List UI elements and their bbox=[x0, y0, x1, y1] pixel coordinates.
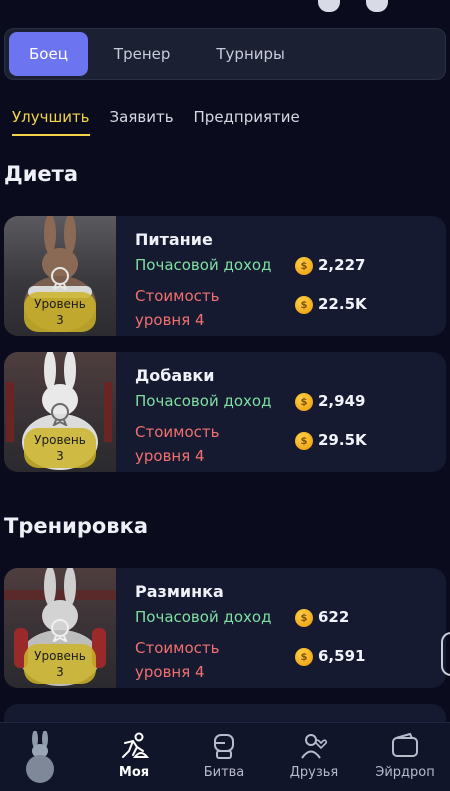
nav-label: Битва bbox=[203, 765, 245, 780]
income-value: 622 bbox=[318, 608, 350, 626]
upgrade-card-next[interactable] bbox=[4, 704, 446, 724]
nav-friends[interactable]: Друзья bbox=[279, 731, 349, 787]
tab-fighter[interactable]: Боец bbox=[9, 32, 88, 76]
nav-label: Эйрдроп bbox=[375, 765, 435, 780]
cost-label: Стоимость уровня 4 bbox=[135, 639, 220, 681]
card-name: Питание bbox=[135, 230, 213, 249]
level-value: 3 bbox=[56, 449, 64, 463]
section-title-diet: Диета bbox=[4, 162, 79, 186]
subtab-upgrade[interactable]: Улучшить bbox=[12, 108, 90, 136]
cost-value: 29.5K bbox=[318, 431, 367, 449]
wallet-icon bbox=[392, 732, 418, 757]
income-label: Почасовой доход bbox=[135, 256, 272, 274]
bunny-foot-right bbox=[366, 0, 388, 12]
level-pill: Уровень 3 bbox=[24, 292, 96, 332]
card-image: Уровень 3 bbox=[4, 352, 116, 472]
tab-trainer[interactable]: Тренер bbox=[94, 32, 190, 76]
upgrade-card-supplements[interactable]: Уровень 3 Добавки Почасовой доход $ 2,94… bbox=[4, 352, 446, 472]
level-pill: Уровень 3 bbox=[24, 428, 96, 468]
fighter-avatar-icon bbox=[26, 731, 54, 783]
income-value: 2,227 bbox=[318, 256, 366, 274]
coin-icon: $ bbox=[295, 648, 313, 666]
cost-value: 22.5K bbox=[318, 295, 367, 313]
coin-icon: $ bbox=[295, 432, 313, 450]
card-name: Разминка bbox=[135, 582, 224, 601]
level-label: Уровень bbox=[34, 297, 86, 311]
bottom-nav: Моя Битва Друзья Эйрдроп bbox=[0, 722, 450, 791]
card-image: Уровень 3 bbox=[4, 568, 116, 688]
tab-tournaments[interactable]: Турниры bbox=[196, 32, 304, 76]
income-label: Почасовой доход bbox=[135, 392, 272, 410]
coin-icon: $ bbox=[295, 296, 313, 314]
upgrade-card-warmup[interactable]: Уровень 3 Разминка Почасовой доход $ 622… bbox=[4, 568, 446, 688]
bunny-foot-left bbox=[318, 0, 340, 12]
nav-avatar[interactable] bbox=[5, 731, 75, 787]
subtab-enterprise[interactable]: Предприятие bbox=[194, 108, 300, 136]
nav-my[interactable]: Моя bbox=[99, 731, 169, 787]
level-badge-icon bbox=[51, 403, 69, 426]
nav-label: Моя bbox=[118, 765, 150, 780]
upgrade-card-nutrition[interactable]: Уровень 3 Питание Почасовой доход $ 2,22… bbox=[4, 216, 446, 336]
main-tabs: Боец Тренер Турниры bbox=[4, 28, 446, 80]
coin-icon: $ bbox=[295, 609, 313, 627]
card-name: Добавки bbox=[135, 366, 215, 385]
cost-label: Стоимость уровня 4 bbox=[135, 287, 220, 329]
level-label: Уровень bbox=[34, 433, 86, 447]
level-pill: Уровень 3 bbox=[24, 644, 96, 684]
sub-tabs: Улучшить Заявить Предприятие bbox=[12, 108, 320, 136]
side-drawer-handle[interactable] bbox=[441, 632, 450, 676]
level-value: 3 bbox=[56, 313, 64, 327]
nav-battle[interactable]: Битва bbox=[189, 731, 259, 787]
cost-value: 6,591 bbox=[318, 647, 366, 665]
friends-icon bbox=[301, 734, 328, 759]
nav-label: Друзья bbox=[289, 765, 339, 780]
cost-label: Стоимость уровня 4 bbox=[135, 423, 220, 465]
fighter-icon bbox=[122, 732, 149, 758]
nav-airdrop[interactable]: Эйрдроп bbox=[370, 731, 440, 787]
coin-icon: $ bbox=[295, 393, 313, 411]
subtab-claim[interactable]: Заявить bbox=[110, 108, 174, 136]
section-title-training: Тренировка bbox=[4, 514, 148, 538]
level-label: Уровень bbox=[34, 649, 86, 663]
level-badge-icon bbox=[51, 619, 69, 642]
level-value: 3 bbox=[56, 665, 64, 679]
coin-icon: $ bbox=[295, 257, 313, 275]
boxing-glove-icon bbox=[214, 734, 234, 759]
income-value: 2,949 bbox=[318, 392, 366, 410]
level-badge-icon bbox=[51, 267, 69, 290]
income-label: Почасовой доход bbox=[135, 608, 272, 626]
card-image: Уровень 3 bbox=[4, 216, 116, 336]
top-decoration bbox=[0, 0, 450, 24]
